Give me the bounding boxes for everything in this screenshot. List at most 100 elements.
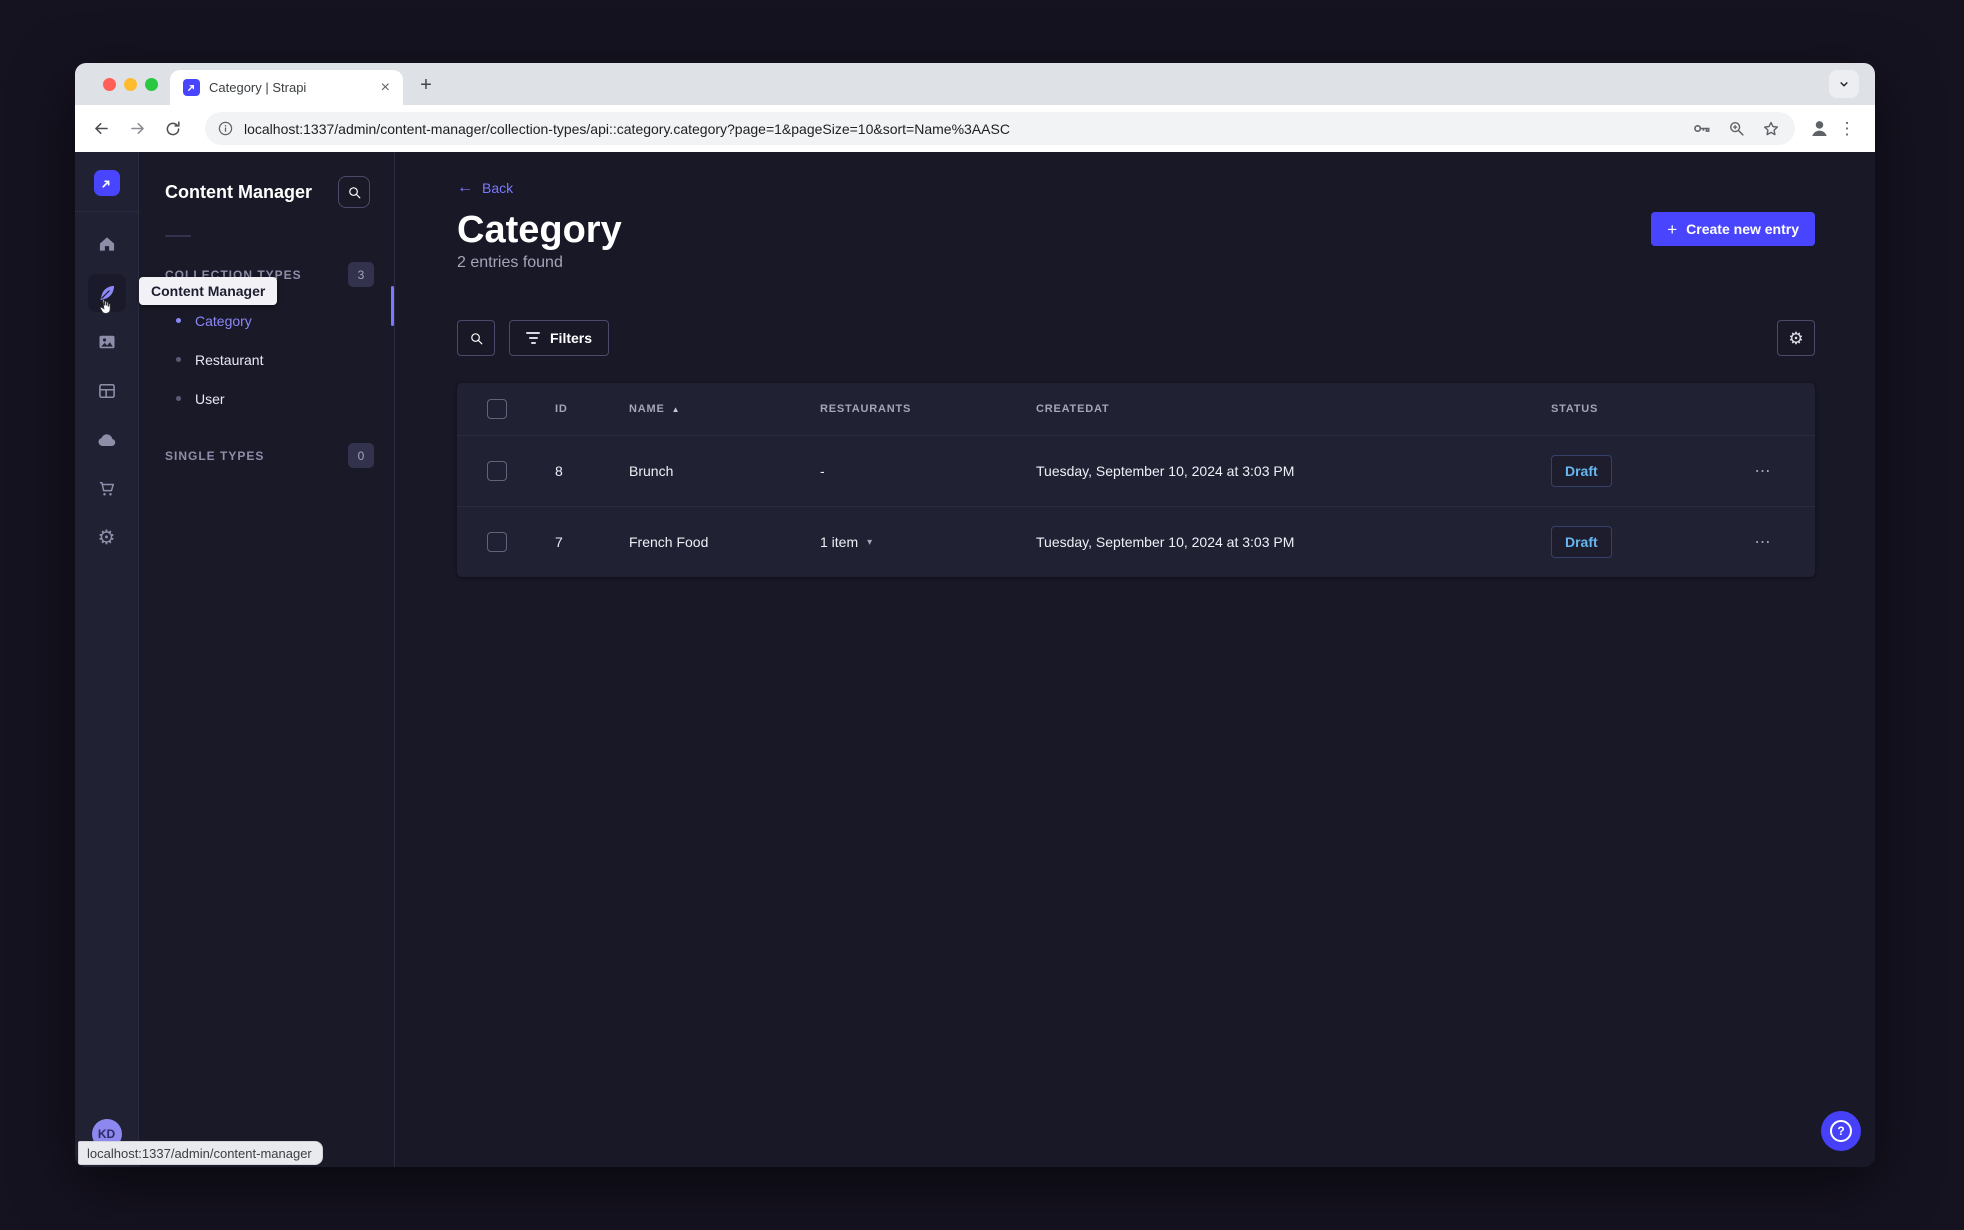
minimize-window-button[interactable] — [124, 77, 137, 91]
profile-avatar-icon — [1811, 121, 1827, 136]
sort-asc-icon: ▲ — [671, 404, 681, 414]
omnibox-trailing-icons — [1691, 118, 1781, 139]
bookmark-star-icon[interactable] — [1761, 119, 1781, 139]
help-button[interactable]: ? — [1821, 1111, 1861, 1151]
nav-home-button[interactable] — [82, 219, 131, 268]
collection-types-list: Category Restaurant User — [139, 301, 394, 418]
question-mark-icon: ? — [1830, 1120, 1852, 1142]
tab-close-icon[interactable]: × — [378, 79, 393, 97]
subnav-search-button[interactable] — [338, 176, 370, 208]
cloud-icon — [97, 433, 115, 446]
bullet-icon — [176, 357, 181, 362]
cell-name: French Food — [629, 534, 709, 550]
back-arrow-icon: ← — [457, 179, 473, 196]
browser-toolbar: localhost:1337/admin/content-manager/col… — [75, 105, 1875, 152]
home-icon — [99, 236, 114, 251]
nav-settings-button[interactable]: ⚙ — [82, 513, 131, 562]
desktop: { "browser": { "tab_title": "Category | … — [0, 0, 1964, 1230]
header-id[interactable]: ID — [555, 403, 629, 415]
nav-content-type-builder-button[interactable] — [82, 366, 131, 415]
table-row[interactable]: 8 Brunch - Tuesday, September 10, 2024 a… — [457, 435, 1815, 506]
gear-icon: ⚙ — [1788, 328, 1804, 348]
view-settings-button[interactable]: ⚙ — [1777, 320, 1815, 356]
tab-search-button[interactable] — [1829, 70, 1859, 98]
zoom-window-button[interactable] — [145, 77, 158, 91]
cell-restaurants: - — [820, 463, 825, 479]
media-library-icon — [99, 335, 114, 348]
bullet-icon — [176, 318, 181, 323]
url-text: localhost:1337/admin/content-manager/col… — [244, 120, 1010, 137]
new-tab-button[interactable]: + — [413, 72, 439, 98]
mouse-cursor — [99, 299, 111, 314]
nav-deploy-cloud-button[interactable] — [82, 415, 131, 464]
bullet-icon — [176, 396, 181, 401]
content-type-builder-icon — [98, 383, 115, 398]
nav-media-library-button[interactable] — [82, 317, 131, 366]
gear-icon: ⚙ — [97, 526, 116, 549]
status-bar-link: localhost:1337/admin/content-manager — [78, 1141, 323, 1165]
row-checkbox[interactable] — [487, 461, 507, 481]
status-badge: Draft — [1551, 526, 1612, 558]
nav-tooltip: Content Manager — [139, 277, 278, 305]
single-types-count-badge: 0 — [348, 443, 374, 468]
header-createdat[interactable]: CREATEDAT — [1036, 403, 1551, 415]
table-row[interactable]: 7 French Food 1 item ▾ Tuesday, Septembe… — [457, 506, 1815, 577]
tab-title: Category | Strapi — [209, 80, 307, 95]
zoom-icon[interactable] — [1727, 119, 1746, 138]
plus-icon: + — [1667, 219, 1678, 239]
password-key-icon[interactable] — [1691, 118, 1712, 139]
cell-id: 7 — [555, 534, 563, 550]
browser-tab[interactable]: Category | Strapi × — [170, 70, 403, 105]
header-status: STATUS — [1551, 403, 1599, 415]
header-name[interactable]: NAME ▲ — [629, 403, 820, 415]
row-actions-button[interactable]: ⋯ — [1711, 532, 1815, 552]
search-icon — [470, 332, 482, 344]
cell-id: 8 — [555, 463, 563, 479]
collection-types-count-badge: 3 — [348, 262, 374, 287]
filters-button[interactable]: Filters — [509, 320, 610, 356]
cell-createdat: Tuesday, September 10, 2024 at 3:03 PM — [1036, 534, 1295, 550]
header-restaurants: RESTAURANTS — [820, 403, 912, 415]
table-header-row: ID NAME ▲ RESTAURANTS CREATEDAT STATUS — [457, 383, 1815, 435]
strapi-logo[interactable] — [93, 170, 120, 196]
entries-table: ID NAME ▲ RESTAURANTS CREATEDAT STATUS 8… — [457, 383, 1815, 577]
browser-window: Category | Strapi × + localhost:1337/adm… — [75, 63, 1875, 1167]
window-controls — [103, 63, 158, 105]
strapi-app: ⚙ KD Content Manager COLLECTION TYPES 3 — [75, 152, 1875, 1167]
cell-restaurants-dropdown[interactable]: 1 item ▾ — [820, 534, 1036, 550]
site-info-icon[interactable] — [217, 120, 234, 137]
rail-divider — [75, 211, 139, 212]
strapi-logo-icon — [102, 180, 110, 188]
nav-marketplace-button[interactable] — [82, 464, 131, 513]
active-item-indicator — [391, 286, 394, 326]
subnav-title: Content Manager — [165, 181, 313, 202]
status-badge: Draft — [1551, 455, 1612, 487]
close-window-button[interactable] — [103, 77, 116, 91]
reload-button[interactable] — [161, 117, 185, 141]
browser-profile-button[interactable] — [1805, 115, 1833, 143]
table-search-button[interactable] — [457, 320, 495, 356]
browser-menu-button[interactable]: ⋮ — [1833, 115, 1861, 143]
forward-arrow-icon — [130, 122, 144, 135]
main-content: ← Back Category + Create new entry 2 ent… — [395, 152, 1875, 1167]
single-types-label: SINGLE TYPES — [165, 448, 265, 463]
cell-createdat: Tuesday, September 10, 2024 at 3:03 PM — [1036, 463, 1295, 479]
chevron-down-icon — [1840, 82, 1848, 87]
reload-icon — [166, 120, 180, 135]
row-checkbox[interactable] — [487, 532, 507, 552]
cell-name: Brunch — [629, 463, 674, 479]
entries-count: 2 entries found — [457, 254, 563, 271]
row-actions-button[interactable]: ⋯ — [1711, 461, 1815, 481]
back-link[interactable]: ← Back — [457, 178, 1815, 198]
create-new-entry-button[interactable]: + Create new entry — [1651, 212, 1815, 246]
forward-button[interactable] — [125, 117, 149, 141]
search-icon — [348, 186, 360, 198]
select-all-checkbox[interactable] — [487, 399, 507, 419]
sidebar-item-category[interactable]: Category — [139, 301, 394, 340]
strapi-favicon-icon — [183, 79, 200, 96]
back-button[interactable] — [89, 117, 113, 141]
filter-icon — [526, 332, 540, 344]
url-bar[interactable]: localhost:1337/admin/content-manager/col… — [205, 112, 1795, 145]
sidebar-item-user[interactable]: User — [139, 379, 394, 418]
sidebar-item-restaurant[interactable]: Restaurant — [139, 340, 394, 379]
